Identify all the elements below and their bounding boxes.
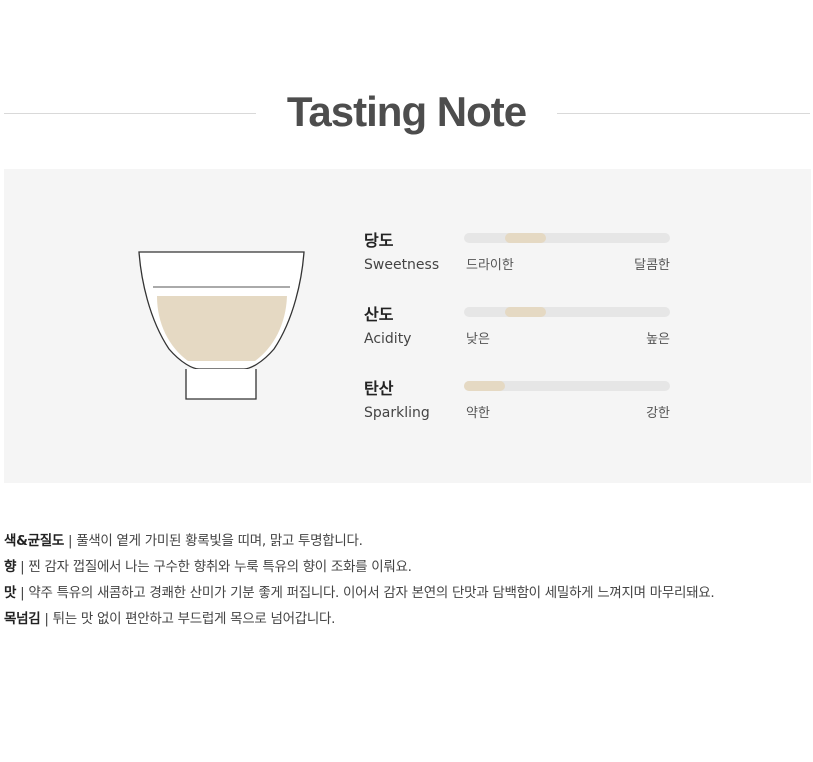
note-key: 색&균질도 <box>4 533 64 549</box>
tasting-panel: 당도 Sweetness 드라이한 달콤한 산도 Acidity 낮은 높은 탄… <box>4 169 811 483</box>
cup-foot <box>185 369 257 400</box>
note-separator: | <box>16 559 29 575</box>
level-bar-track <box>464 381 670 391</box>
scale-low-label: 드라이한 <box>466 258 514 273</box>
level-bar-track <box>464 307 670 317</box>
note-text: 약주 특유의 새콤하고 경쾌한 산미가 기분 좋게 퍼집니다. 이어서 감자 본… <box>28 585 715 601</box>
scale-high-label: 높은 <box>646 332 670 347</box>
level-bar-fill <box>505 307 547 317</box>
attribute-sweetness: 당도 Sweetness 드라이한 달콤한 <box>364 231 684 291</box>
attribute-name-ko: 산도 <box>364 305 394 324</box>
note-text: 찐 감자 껍질에서 나는 구수한 향취와 누룩 특유의 향이 조화를 이뤄요. <box>28 559 412 575</box>
scale-low-label: 낮은 <box>466 332 490 347</box>
note-color-clarity: 색&균질도 | 풀색이 옅게 가미된 황록빛을 띠며, 맑고 투명합니다. <box>4 528 809 554</box>
note-key: 향 <box>4 559 17 575</box>
note-aroma: 향 | 찐 감자 껍질에서 나는 구수한 향취와 누룩 특유의 향이 조화를 이… <box>4 554 809 580</box>
attribute-sparkling: 탄산 Sparkling 약한 강한 <box>364 379 684 439</box>
attribute-name-en: Sweetness <box>364 257 440 273</box>
attribute-name-ko: 탄산 <box>364 379 394 398</box>
attribute-acidity: 산도 Acidity 낮은 높은 <box>364 305 684 365</box>
level-bar-fill <box>464 381 506 391</box>
divider-left <box>4 113 256 114</box>
scale-high-label: 강한 <box>646 406 670 421</box>
note-separator: | <box>63 533 77 549</box>
note-key: 맛 <box>4 585 17 601</box>
note-text: 튀는 맛 없이 편안하고 부드럽게 목으로 넘어갑니다. <box>52 611 336 627</box>
attribute-name-en: Acidity <box>364 331 412 347</box>
note-separator: | <box>16 585 29 601</box>
page-title: Tasting Note <box>286 88 527 135</box>
note-key: 목넘김 <box>4 611 41 627</box>
scale-low-label: 약한 <box>466 406 490 421</box>
tea-cup-icon <box>138 251 305 400</box>
note-text: 풀색이 옅게 가미된 황록빛을 띠며, 맑고 투명합니다. <box>76 533 363 549</box>
note-taste: 맛 | 약주 특유의 새콤하고 경쾌한 산미가 기분 좋게 퍼집니다. 이어서 … <box>4 580 809 606</box>
level-bar-track <box>464 233 670 243</box>
section-header: Tasting Note <box>0 84 813 140</box>
attribute-name-ko: 당도 <box>364 231 394 250</box>
note-finish: 목넘김 | 튀는 맛 없이 편안하고 부드럽게 목으로 넘어갑니다. <box>4 606 809 632</box>
attribute-name-en: Sparkling <box>364 405 430 421</box>
level-bar-fill <box>505 233 547 243</box>
tasting-notes: 색&균질도 | 풀색이 옅게 가미된 황록빛을 띠며, 맑고 투명합니다. 향 … <box>4 528 809 632</box>
scale-high-label: 달콤한 <box>634 258 670 273</box>
note-separator: | <box>40 611 53 627</box>
divider-right <box>557 113 810 114</box>
